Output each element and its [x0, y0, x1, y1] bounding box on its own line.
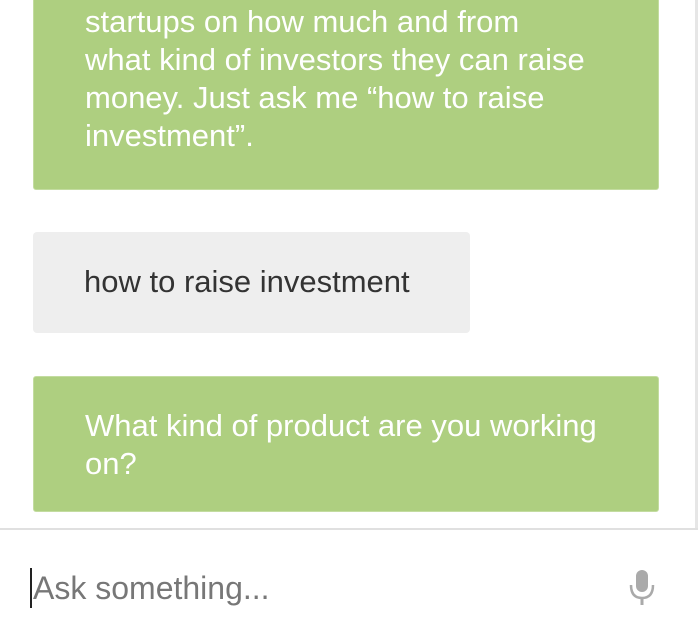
chat-messages[interactable]: startups on how much and from what kind …: [0, 0, 695, 528]
chat-app: startups on how much and from what kind …: [0, 0, 698, 642]
message-line: what kind of investors they can raise: [85, 42, 585, 77]
bot-message: What kind of product are you working on?: [33, 376, 659, 512]
bot-message: startups on how much and from what kind …: [33, 0, 659, 190]
message-line: on?: [85, 446, 137, 481]
message-line: startups on how much and from: [85, 4, 520, 39]
message-line: What kind of product are you working: [85, 408, 597, 443]
microphone-icon[interactable]: [627, 568, 657, 608]
message-line: investment”.: [85, 118, 254, 153]
ask-input[interactable]: [30, 568, 613, 608]
message-line: money. Just ask me “how to raise: [85, 80, 545, 115]
message-text: how to raise investment: [84, 264, 410, 299]
user-message: how to raise investment: [33, 232, 470, 333]
input-bar: [0, 528, 698, 642]
